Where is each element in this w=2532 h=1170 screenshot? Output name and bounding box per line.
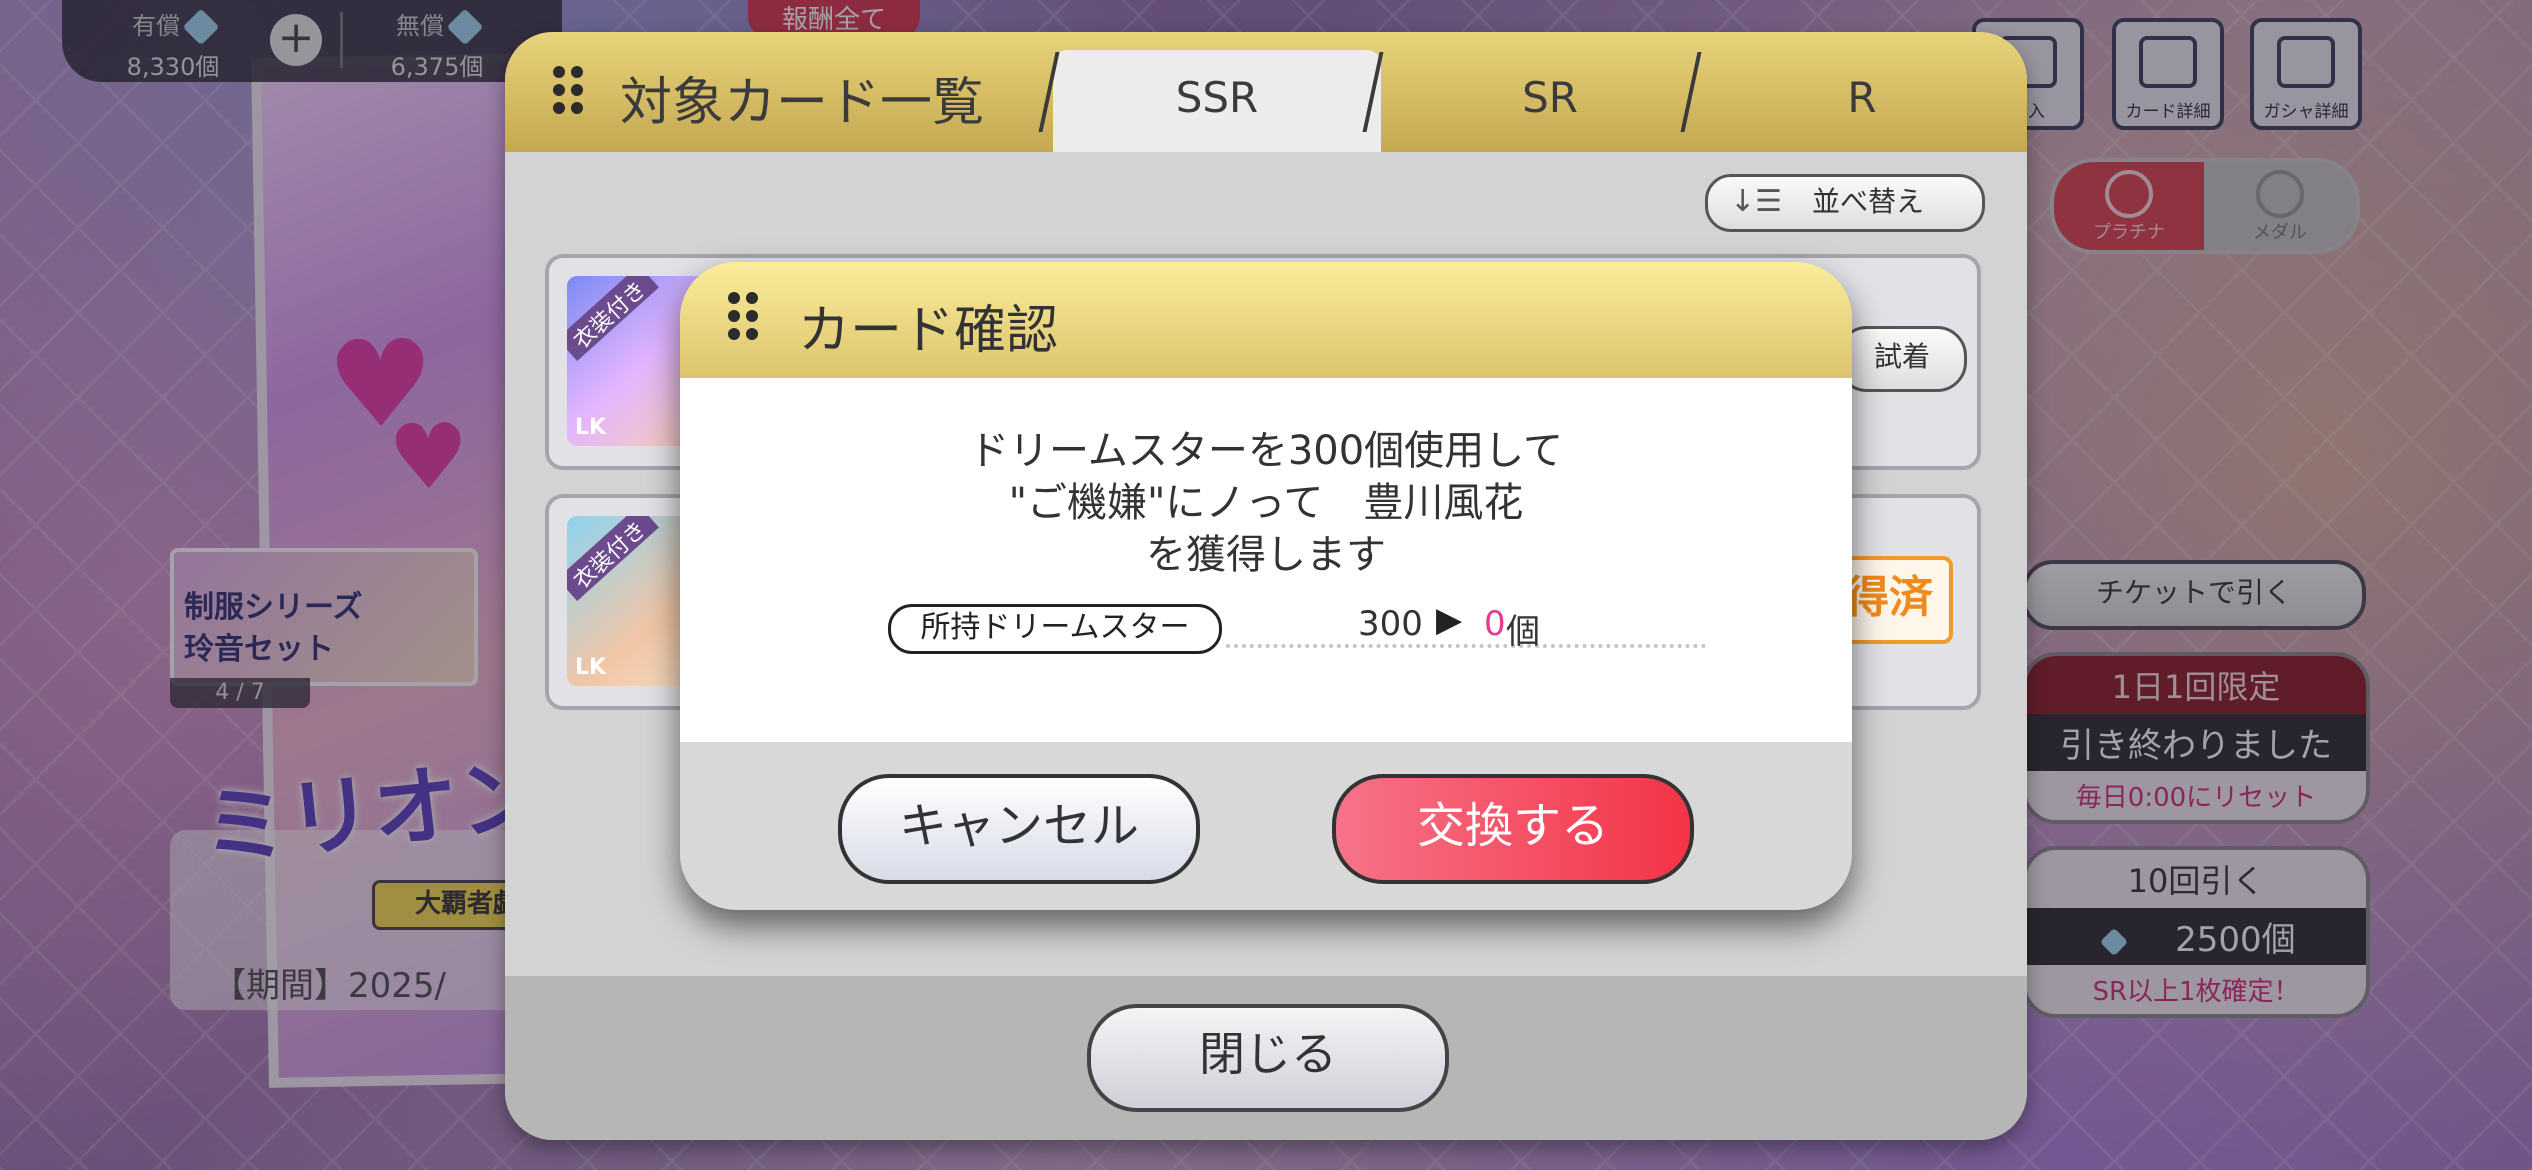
arrow-right-icon: ▶ bbox=[1436, 600, 1463, 640]
count-after: 0 bbox=[1484, 604, 1506, 644]
card-confirm-dialog: カード確認 ドリームスターを300個使用して "ご機嫌"にノって 豊川風花 を獲… bbox=[680, 262, 1852, 910]
dialog-header: カード確認 bbox=[680, 262, 1852, 378]
possession-label: 所持ドリームスター bbox=[888, 604, 1222, 654]
sort-button[interactable]: ↓☰ 並べ替え bbox=[1705, 174, 1985, 232]
list-window-header: 対象カード一覧 SSR SR R bbox=[505, 32, 2027, 152]
dialog-message-line2: "ご機嫌"にノって 豊川風花 bbox=[1008, 480, 1524, 526]
costume-ribbon: 衣装付き bbox=[567, 276, 659, 361]
costume-ribbon: 衣装付き bbox=[567, 516, 659, 601]
close-button[interactable]: 閉じる bbox=[1087, 1004, 1449, 1112]
sort-icon: ↓☰ bbox=[1730, 184, 1783, 219]
grip-icon bbox=[728, 292, 758, 340]
count-before: 300 bbox=[1358, 604, 1423, 644]
tab-r[interactable]: R bbox=[1697, 50, 2027, 152]
count-unit: 個 bbox=[1506, 612, 1540, 652]
card-rank-label: LK bbox=[575, 415, 607, 440]
sort-label: 並べ替え bbox=[1812, 185, 1925, 218]
try-on-button[interactable]: 試着 bbox=[1837, 326, 1967, 392]
tab-sr[interactable]: SR bbox=[1385, 50, 1715, 152]
dialog-body: ドリームスターを300個使用して "ご機嫌"にノって 豊川風花 を獲得します 所… bbox=[680, 378, 1852, 742]
dialog-message-line1: ドリームスターを300個使用して bbox=[969, 428, 1563, 474]
cancel-button[interactable]: キャンセル bbox=[838, 774, 1200, 884]
card-rank-label: LK bbox=[575, 655, 607, 680]
list-window-title: 対象カード一覧 bbox=[620, 73, 985, 133]
tab-ssr[interactable]: SSR bbox=[1053, 50, 1381, 152]
grip-icon bbox=[553, 66, 583, 114]
dialog-title: カード確認 bbox=[798, 301, 1059, 361]
dialog-message-line3: を獲得します bbox=[1146, 532, 1386, 578]
exchange-button[interactable]: 交換する bbox=[1332, 774, 1694, 884]
dotted-divider bbox=[1226, 644, 1706, 648]
